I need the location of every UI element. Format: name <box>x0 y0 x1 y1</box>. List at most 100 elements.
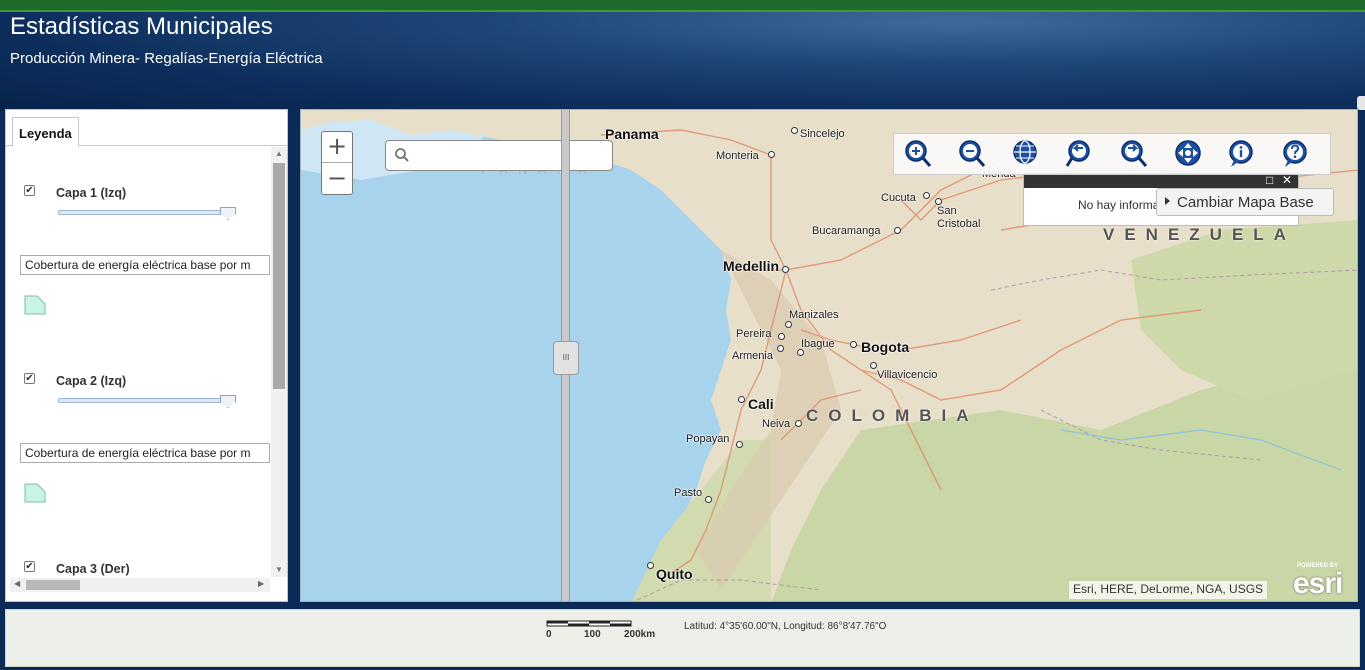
change-basemap-button[interactable]: Cambiar Mapa Base <box>1156 188 1334 216</box>
city-label-popayan: Popayan <box>686 433 730 445</box>
top-accent-bar <box>0 0 1365 12</box>
page-title: Estadísticas Municipales <box>10 13 273 40</box>
pan-icon[interactable] <box>1172 138 1204 170</box>
layer-1-slider-handle[interactable] <box>220 207 236 220</box>
city-dot <box>647 562 654 569</box>
city-label-sincelejo: Sincelejo <box>800 128 845 140</box>
layer-2-select[interactable]: Cobertura de energía eléctrica base por … <box>20 443 270 463</box>
header: Estadísticas Municipales Producción Mine… <box>0 12 1365 110</box>
previous-extent-icon[interactable] <box>1064 138 1096 170</box>
layer-2-slider-handle[interactable] <box>220 395 236 408</box>
country-label-colombia: COLOMBIA <box>806 406 979 425</box>
scroll-thumb[interactable] <box>273 163 285 389</box>
map-attribution: Esri, HERE, DeLorme, NGA, USGS <box>1069 581 1268 599</box>
city-label-manizales: Manizales <box>789 309 839 321</box>
help-icon[interactable] <box>1280 138 1312 170</box>
next-extent-icon[interactable] <box>1118 138 1150 170</box>
city-label-san: San <box>937 205 957 217</box>
city-dot <box>935 198 942 205</box>
search-input[interactable] <box>385 140 613 171</box>
close-icon[interactable]: ✕ <box>1282 173 1292 187</box>
city-label-bucaramanga: Bucaramanga <box>812 225 881 237</box>
zoom-in-tool-icon[interactable] <box>902 138 934 170</box>
map-toolbar <box>893 133 1331 175</box>
city-label-panama: Panama <box>605 126 659 142</box>
city-dot <box>870 362 877 369</box>
layer-2-swatch <box>24 483 46 503</box>
layer-1-swatch <box>24 295 46 315</box>
city-dot <box>785 321 792 328</box>
city-label-cucuta: Cucuta <box>881 192 916 204</box>
scale-label-100: 100 <box>584 629 601 640</box>
hscroll-thumb[interactable] <box>26 580 80 590</box>
zoom-control: + − <box>321 131 353 195</box>
city-label-pereira: Pereira <box>736 328 772 340</box>
maximize-icon[interactable]: □ <box>1266 173 1273 187</box>
popup-titlebar: □ ✕ <box>1024 173 1298 188</box>
city-dot <box>791 127 798 134</box>
info-icon[interactable] <box>1226 138 1258 170</box>
city-dot <box>850 341 857 348</box>
city-dot <box>797 349 804 356</box>
scale-label-200km: 200km <box>624 629 656 640</box>
legend-horizontal-scrollbar[interactable]: ◀ ▶ <box>10 578 270 592</box>
scale-bar <box>546 620 632 627</box>
city-dot <box>777 345 784 352</box>
globe-icon[interactable] <box>1010 138 1042 170</box>
right-panel-toggle[interactable] <box>1357 96 1365 110</box>
layer-3-checkbox[interactable]: ✔ <box>24 561 35 572</box>
scale-label-0: 0 <box>546 629 552 640</box>
search-icon <box>395 148 409 162</box>
layer-1-select[interactable]: Cobertura de energía eléctrica base por … <box>20 255 270 275</box>
scroll-up-icon[interactable]: ▲ <box>275 149 283 158</box>
city-label-quito: Quito <box>656 566 693 582</box>
city-dot <box>738 396 745 403</box>
coordinates-readout: Latitud: 4°35'60.00"N, Longitud: 86°8'47… <box>684 621 887 632</box>
esri-logo[interactable]: POWERED BY esri <box>1293 563 1353 601</box>
layer-3-label: Capa 3 (Der) <box>56 562 130 576</box>
city-label-pasto: Pasto <box>674 487 703 499</box>
layer-2-label: Capa 2 (Izq) <box>56 374 127 388</box>
zoom-out-button[interactable]: − <box>322 164 352 195</box>
esri-wordmark: esri <box>1293 567 1343 600</box>
city-label-neiva: Neiva <box>762 418 791 430</box>
tab-bar: Leyenda <box>6 110 287 147</box>
map-view[interactable]: PANAMA VENEZUELA COLOMBIA Panama Sincele… <box>300 109 1358 602</box>
scroll-left-icon[interactable]: ◀ <box>14 579 20 588</box>
change-basemap-label: Cambiar Mapa Base <box>1177 194 1314 211</box>
zoom-in-button[interactable]: + <box>322 132 352 163</box>
page-subtitle: Producción Minera- Regalías-Energía Eléc… <box>10 50 323 67</box>
city-label-monteria: Monteria <box>716 150 759 162</box>
country-label-venezuela: VENEZUELA <box>1103 225 1296 244</box>
footer-bar <box>5 609 1360 667</box>
layer-1-checkbox[interactable]: ✔ <box>24 185 35 196</box>
city-label-bogota: Bogota <box>861 339 910 355</box>
city-dot <box>778 333 785 340</box>
popup-message: No hay informa <box>1078 198 1160 212</box>
scroll-right-icon[interactable]: ▶ <box>258 579 264 588</box>
layer-1-opacity-slider[interactable] <box>58 210 234 215</box>
legend-list: ✔ Capa 1 (Izq) Cobertura de energía eléc… <box>10 147 270 577</box>
layer-2-checkbox[interactable]: ✔ <box>24 373 35 384</box>
city-label-cristobal: Cristobal <box>937 218 981 230</box>
app-root: Estadísticas Municipales Producción Mine… <box>0 0 1365 670</box>
scroll-down-icon[interactable]: ▼ <box>275 565 283 574</box>
city-label-ibague: Ibague <box>801 338 835 350</box>
tab-legend[interactable]: Leyenda <box>12 117 79 147</box>
legend-panel: Leyenda ✔ Capa 1 (Izq) Cobertura de ener… <box>5 109 288 602</box>
city-label-armenia: Armenia <box>732 350 773 362</box>
city-dot <box>894 227 901 234</box>
city-dot <box>782 266 789 273</box>
city-dot <box>795 420 802 427</box>
swipe-handle[interactable]: III <box>553 341 579 375</box>
city-dot <box>768 151 775 158</box>
city-dot <box>736 441 743 448</box>
layer-1-label: Capa 1 (Izq) <box>56 186 127 200</box>
city-label-medellin: Medellin <box>723 258 780 274</box>
city-dot <box>923 192 930 199</box>
caret-right-icon <box>1165 197 1170 205</box>
legend-vertical-scrollbar[interactable]: ▲ ▼ <box>271 147 287 577</box>
city-label-villavicencio: Villavicencio <box>877 369 938 381</box>
zoom-out-tool-icon[interactable] <box>956 138 988 170</box>
layer-2-opacity-slider[interactable] <box>58 398 234 403</box>
